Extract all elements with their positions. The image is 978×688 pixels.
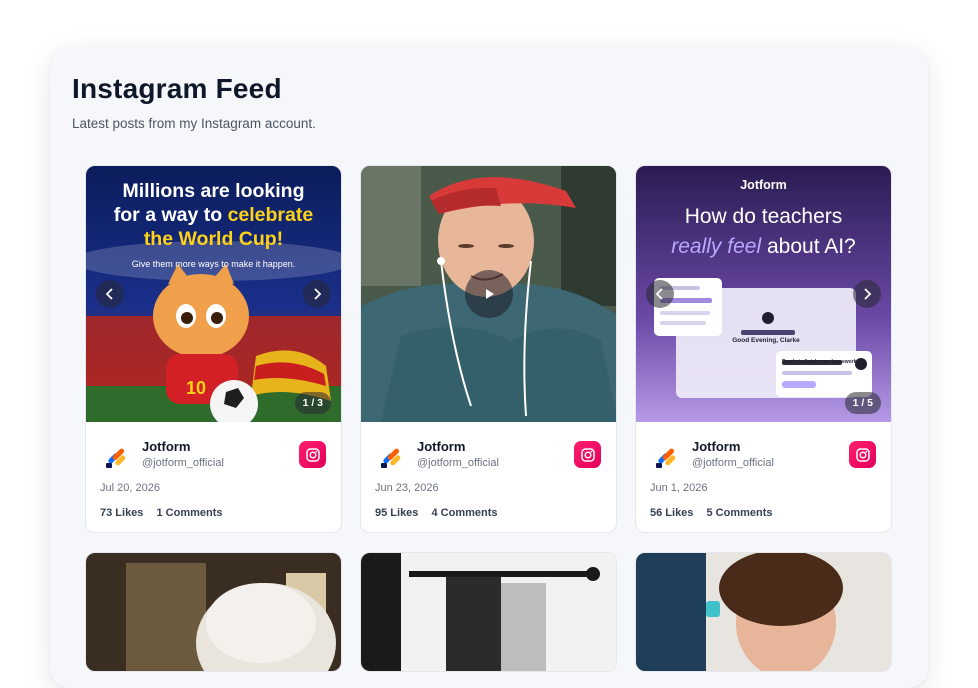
jotform-logo-icon [106, 448, 126, 468]
post-date: Jun 1, 2026 [650, 482, 708, 494]
carousel-counter: 1 / 5 [844, 392, 881, 414]
post-card[interactable] [635, 552, 892, 672]
media-headline-line2: for a way to celebrate [86, 204, 341, 227]
chevron-right-icon [864, 288, 872, 300]
post-card[interactable] [85, 552, 342, 672]
instagram-icon [855, 447, 870, 462]
media-prompt: Ready to finish your homework? [782, 359, 860, 365]
media-headline-line2: really feel about AI? [636, 235, 891, 259]
comments-count: 1 Comments [156, 507, 223, 519]
account-name[interactable]: Jotform [692, 439, 740, 454]
comments-count: 5 Comments [706, 507, 773, 519]
account-handle[interactable]: @jotform_official [417, 457, 499, 469]
likes-count: 56 Likes [650, 507, 694, 519]
instagram-icon [305, 447, 320, 462]
instagram-icon [580, 447, 595, 462]
jotform-logo-icon [656, 448, 676, 468]
post-card[interactable]: Jotform @jotform_official Jun 23, 2026 9… [360, 165, 617, 533]
media-headline-highlight: celebrate [227, 204, 314, 226]
carousel-counter: 1 / 3 [294, 392, 331, 414]
post-stats: 73 Likes 1 Comments [100, 507, 233, 519]
post-media-image [636, 553, 891, 671]
post-card[interactable] [360, 552, 617, 672]
comments-count: 4 Comments [431, 507, 498, 519]
feed-panel: Instagram Feed Latest posts from my Inst… [50, 48, 928, 688]
carousel-prev-button[interactable] [96, 280, 124, 308]
play-video-button[interactable] [465, 270, 513, 318]
post-stats: 95 Likes 4 Comments [375, 507, 508, 519]
instagram-link-button[interactable] [849, 441, 876, 468]
media-greeting: Good Evening, Clarke [732, 337, 800, 344]
chevron-right-icon [314, 288, 322, 300]
post-media[interactable] [361, 166, 616, 422]
likes-count: 95 Likes [375, 507, 419, 519]
post-media[interactable]: Jotform How do teachers really feel abou… [636, 166, 891, 422]
post-date: Jun 23, 2026 [375, 482, 439, 494]
instagram-link-button[interactable] [574, 441, 601, 468]
post-media-image [361, 553, 616, 671]
chevron-left-icon [105, 288, 113, 300]
instagram-link-button[interactable] [299, 441, 326, 468]
account-handle[interactable]: @jotform_official [142, 457, 224, 469]
media-headline-line1: Millions are looking [122, 180, 305, 202]
carousel-next-button[interactable] [303, 280, 331, 308]
carousel-prev-button[interactable] [646, 280, 674, 308]
page-title: Instagram Feed [72, 73, 282, 104]
post-card[interactable]: 10 Millions are looking for a way to cel… [85, 165, 342, 533]
post-info: Jotform @jotform_official Jun 23, 2026 9… [361, 422, 616, 532]
media-caption: Give them more ways to make it happen. [131, 259, 296, 269]
account-name[interactable]: Jotform [142, 439, 190, 454]
media-headline-line1: How do teachers [684, 205, 843, 228]
page-subtitle: Latest posts from my Instagram account. [72, 116, 316, 131]
media-brand: Jotform [740, 178, 787, 192]
post-date: Jul 20, 2026 [100, 482, 160, 494]
media-headline-line3: the World Cup! [143, 228, 284, 250]
play-icon [486, 289, 494, 299]
chevron-left-icon [655, 288, 663, 300]
post-info: Jotform @jotform_official Jun 1, 2026 56… [636, 422, 891, 532]
post-stats: 56 Likes 5 Comments [650, 507, 783, 519]
jotform-logo-icon [381, 448, 401, 468]
likes-count: 73 Likes [100, 507, 144, 519]
post-media[interactable]: 10 Millions are looking for a way to cel… [86, 166, 341, 422]
carousel-next-button[interactable] [853, 280, 881, 308]
account-handle[interactable]: @jotform_official [692, 457, 774, 469]
media-headline-text: for a way to [113, 204, 228, 226]
post-media-image [86, 553, 341, 671]
svg-text:10: 10 [186, 378, 206, 398]
post-info: Jotform @jotform_official Jul 20, 2026 7… [86, 422, 341, 532]
media-headline-highlight: really feel [671, 235, 762, 258]
media-headline-text: about AI? [761, 235, 856, 258]
account-name[interactable]: Jotform [417, 439, 465, 454]
post-card[interactable]: Jotform How do teachers really feel abou… [635, 165, 892, 533]
